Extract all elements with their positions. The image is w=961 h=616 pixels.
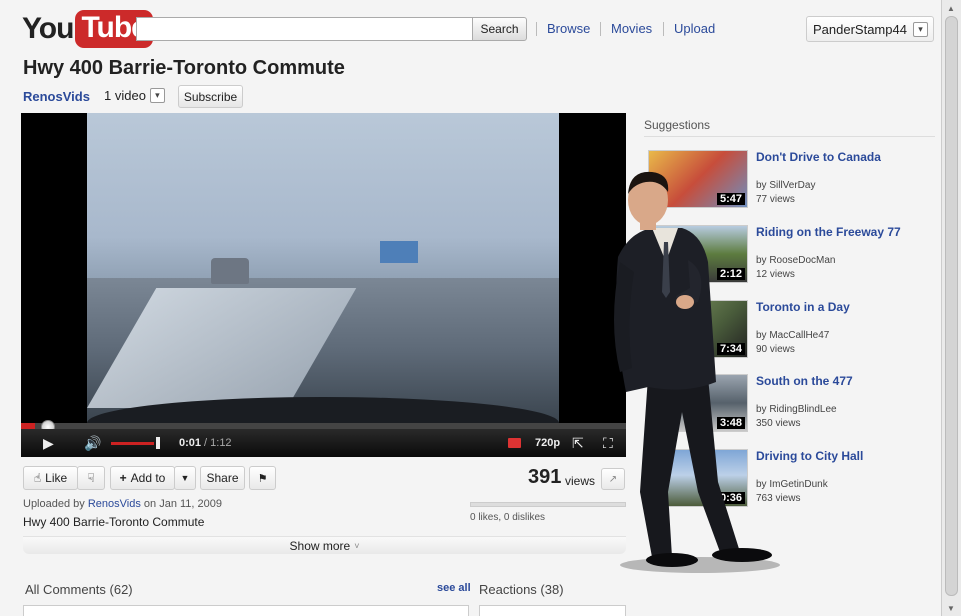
video-frame[interactable]: [87, 113, 559, 423]
username: PanderStamp44: [813, 21, 907, 37]
chevron-down-icon: ▾: [912, 21, 928, 37]
nav-separator: [536, 22, 537, 36]
reactions-header: Reactions (38): [479, 582, 564, 597]
view-count: 391: [528, 466, 562, 488]
scrollbar-thumb[interactable]: [945, 16, 958, 596]
popout-icon[interactable]: ⇱: [572, 429, 584, 457]
player-controls: ▶ 🔊 0:01 / 1:12 720p ⇱ ⛶: [21, 429, 626, 457]
comments-header: All Comments (62): [25, 582, 133, 597]
video-player[interactable]: ▶ 🔊 0:01 / 1:12 720p ⇱ ⛶: [21, 113, 626, 457]
video-description: Hwy 400 Barrie-Toronto Commute: [23, 515, 205, 529]
dislike-button[interactable]: ☟: [77, 466, 105, 490]
see-all-link[interactable]: see all: [437, 582, 471, 594]
flag-button[interactable]: ⚑: [249, 466, 276, 490]
caret-down-icon: ▼: [180, 473, 190, 483]
search-button[interactable]: Search: [472, 17, 527, 41]
video-title: Hwy 400 Barrie-Toronto Commute: [23, 57, 345, 79]
reactions-panel: [479, 605, 626, 616]
nav-separator: [663, 22, 664, 36]
plus-icon: +: [119, 471, 127, 485]
show-more-button[interactable]: Show more ˅: [23, 536, 626, 554]
share-button[interactable]: Share: [200, 466, 245, 490]
video-scene-truck: [211, 258, 249, 284]
chevron-down-icon: ▾: [149, 88, 165, 103]
channel-video-count[interactable]: 1 video ▾: [104, 88, 165, 103]
add-to-dropdown[interactable]: ▼: [174, 466, 196, 490]
volume-icon[interactable]: 🔊: [84, 429, 101, 457]
double-chevron-down-icon: ˅: [354, 540, 360, 551]
time-display: 0:01 / 1:12: [179, 429, 232, 457]
divider: [644, 136, 935, 137]
current-time: 0:01: [179, 437, 202, 449]
channel-link[interactable]: RenosVids: [23, 89, 90, 104]
youtube-logo[interactable]: You Tube: [22, 10, 153, 48]
show-more-label: Show more: [289, 538, 351, 553]
video-scene-sign: [380, 241, 418, 263]
like-label: Like: [45, 471, 68, 485]
logo-you-text: You: [22, 12, 74, 45]
scrollbar[interactable]: ▲ ▼: [941, 0, 961, 616]
likes-dislikes-count: 0 likes, 0 dislikes: [470, 512, 546, 523]
scroll-down-arrow-icon[interactable]: ▼: [947, 604, 955, 613]
volume-level: [111, 441, 154, 445]
upload-prefix: Uploaded by: [23, 498, 85, 510]
play-icon[interactable]: ▶: [43, 429, 54, 457]
uploader-link[interactable]: RenosVids: [88, 498, 141, 510]
thumbs-down-icon: ☟: [87, 471, 95, 485]
scroll-up-arrow-icon[interactable]: ▲: [947, 4, 955, 13]
nav-separator: [600, 22, 601, 36]
comments-panel: [23, 605, 469, 616]
spokesman-figure: [614, 171, 780, 573]
volume-slider[interactable]: [111, 429, 159, 457]
upload-date: on Jan 11, 2009: [143, 498, 222, 510]
nav-browse[interactable]: Browse: [547, 21, 590, 36]
add-to-button[interactable]: + Add to: [110, 466, 175, 490]
subscribe-button[interactable]: Subscribe: [178, 85, 243, 108]
duration: / 1:12: [204, 437, 232, 449]
annotations-icon[interactable]: [508, 429, 521, 457]
thumbs-up-icon: ☝: [33, 471, 42, 485]
nav-movies[interactable]: Movies: [611, 21, 652, 36]
upload-info: Uploaded by RenosVids on Jan 11, 2009: [23, 498, 222, 510]
flag-icon: ⚑: [257, 472, 268, 485]
add-to-label: Add to: [130, 471, 166, 485]
search-input[interactable]: [136, 17, 473, 41]
user-menu[interactable]: PanderStamp44 ▾: [806, 16, 934, 42]
suggestions-header: Suggestions: [644, 118, 711, 132]
quality-button[interactable]: 720p: [535, 429, 560, 457]
volume-handle[interactable]: [156, 429, 160, 457]
video-count-label: 1 video: [104, 88, 146, 103]
nav-upload[interactable]: Upload: [674, 21, 715, 36]
like-button[interactable]: ☝ Like: [23, 466, 78, 490]
